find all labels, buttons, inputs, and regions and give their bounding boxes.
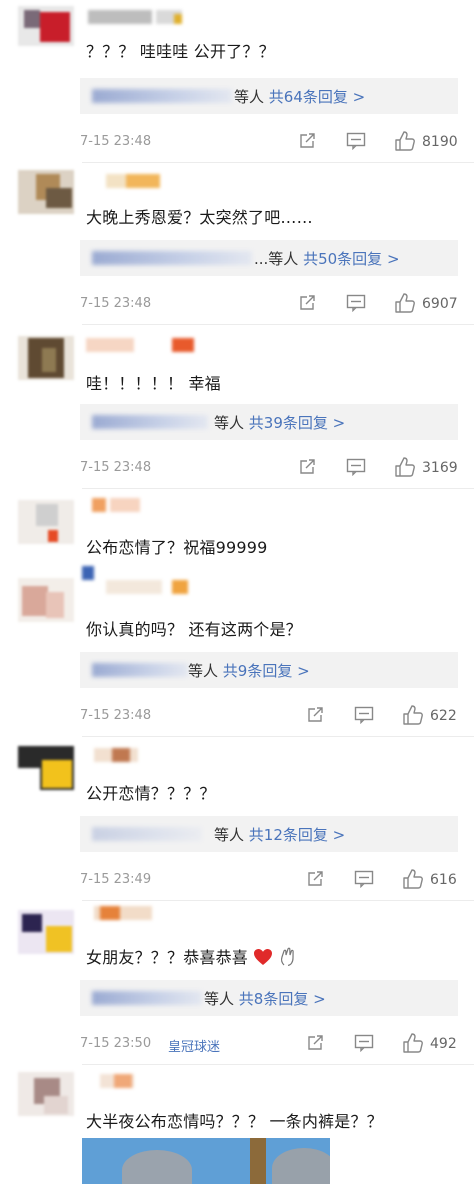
- reply-count-link[interactable]: 共12条回复 >: [249, 826, 345, 844]
- like-icon[interactable]: [394, 292, 416, 314]
- share-icon[interactable]: [306, 706, 324, 724]
- reply-count-link[interactable]: 共64条回复 >: [269, 88, 365, 106]
- avatar[interactable]: [18, 910, 74, 954]
- timestamp: 7-15 23:50: [80, 1036, 152, 1051]
- avatar[interactable]: [18, 336, 74, 380]
- timestamp: 7-15 23:49: [80, 872, 152, 887]
- share-icon[interactable]: [306, 1034, 324, 1052]
- divider: [82, 488, 474, 489]
- reply-summary[interactable]: 等人 共12条回复 >: [80, 816, 458, 852]
- share-icon[interactable]: [306, 870, 324, 888]
- divider: [82, 162, 474, 163]
- comment-text: 公开恋情？？？？: [86, 784, 216, 803]
- reply-count-link[interactable]: 共8条回复 >: [239, 990, 326, 1008]
- username-masked[interactable]: [86, 334, 216, 356]
- comment-icon[interactable]: [346, 132, 366, 150]
- divider: [82, 324, 474, 325]
- comment-body: 女朋友？？？恭喜恭喜: [86, 948, 249, 967]
- avatar[interactable]: [18, 500, 74, 544]
- comment-text: 哇！！！！！ 幸福: [86, 374, 221, 393]
- like-count: 6907: [422, 296, 458, 312]
- timestamp: 7-15 23:48: [80, 460, 152, 475]
- like-icon[interactable]: [394, 130, 416, 152]
- reply-summary[interactable]: 等人 共64条回复 >: [80, 78, 458, 114]
- avatar[interactable]: [18, 1072, 74, 1116]
- comment-icon[interactable]: [354, 706, 374, 724]
- comment-text: 大晚上秀恩爱？太突然了吧……: [86, 208, 313, 227]
- comment-image[interactable]: [82, 1138, 330, 1184]
- like-count: 492: [430, 1036, 457, 1052]
- avatar[interactable]: [18, 6, 74, 50]
- reply-suffix: 等人: [234, 88, 265, 106]
- avatar[interactable]: [18, 170, 74, 214]
- like-count: 622: [430, 708, 457, 724]
- comment-text: ？？？ 哇哇哇 公开了？？: [86, 42, 275, 61]
- clapping-hand-icon: [280, 947, 294, 966]
- avatar[interactable]: [18, 578, 74, 622]
- like-icon[interactable]: [394, 456, 416, 478]
- like-icon[interactable]: [402, 1032, 424, 1054]
- reply-suffix: 等人: [204, 990, 235, 1008]
- comment-text: 公布恋情了？祝福99999: [86, 538, 268, 557]
- comment-text: 大半夜公布恋情吗？？？ 一条内裤是？？: [86, 1112, 383, 1131]
- reply-suffix: 等人: [214, 826, 245, 844]
- reply-summary[interactable]: ...等人 共50条回复 >: [80, 240, 458, 276]
- like-count: 616: [430, 872, 457, 888]
- comment-icon[interactable]: [354, 1034, 374, 1052]
- username-masked[interactable]: [86, 902, 216, 924]
- comment-text: 女朋友？？？恭喜恭喜: [86, 944, 297, 968]
- comment-meta: 7-15 23:49 616: [80, 868, 460, 892]
- fan-badge[interactable]: 皇冠球迷: [168, 1036, 220, 1055]
- share-icon[interactable]: [298, 132, 316, 150]
- username-masked[interactable]: [86, 170, 216, 192]
- like-count: 8190: [422, 134, 458, 150]
- share-icon[interactable]: [298, 294, 316, 312]
- share-icon[interactable]: [298, 458, 316, 476]
- avatar[interactable]: [18, 746, 74, 790]
- comment-text: 你认真的吗？ 还有这两个是？: [86, 620, 302, 639]
- reply-summary[interactable]: 等人 共9条回复 >: [80, 652, 458, 688]
- comment-meta: 7-15 23:48 622: [80, 704, 460, 728]
- reply-suffix: 等人: [188, 662, 219, 680]
- comment-meta: 7-15 23:50 皇冠球迷 492: [80, 1032, 460, 1056]
- like-icon[interactable]: [402, 704, 424, 726]
- reply-count-link[interactable]: 共39条回复 >: [249, 414, 345, 432]
- divider: [82, 900, 474, 901]
- heart-icon: [254, 949, 273, 965]
- comment-meta: 7-15 23:48 3169: [80, 456, 460, 480]
- timestamp: 7-15 23:48: [80, 296, 152, 311]
- reply-summary[interactable]: 等人 共8条回复 >: [80, 980, 458, 1016]
- username-masked[interactable]: [86, 494, 216, 516]
- comment-icon[interactable]: [346, 458, 366, 476]
- like-count: 3169: [422, 460, 458, 476]
- reply-count-link[interactable]: 共9条回复 >: [223, 662, 310, 680]
- username-masked[interactable]: [82, 566, 216, 594]
- comment-meta: 7-15 23:48 6907: [80, 292, 460, 316]
- reply-summary[interactable]: 等人 共39条回复 >: [80, 404, 458, 440]
- username-masked[interactable]: [86, 6, 216, 28]
- reply-suffix: 等人: [214, 414, 245, 432]
- comment-icon[interactable]: [346, 294, 366, 312]
- divider: [82, 736, 474, 737]
- divider: [82, 1064, 474, 1065]
- username-masked[interactable]: [86, 1070, 216, 1092]
- comment-meta: 7-15 23:48 8190: [80, 130, 460, 154]
- timestamp: 7-15 23:48: [80, 708, 152, 723]
- comment-icon[interactable]: [354, 870, 374, 888]
- username-masked[interactable]: [86, 744, 216, 766]
- like-icon[interactable]: [402, 868, 424, 890]
- reply-suffix: ...等人: [254, 250, 299, 268]
- reply-count-link[interactable]: 共50条回复 >: [303, 250, 399, 268]
- timestamp: 7-15 23:48: [80, 134, 152, 149]
